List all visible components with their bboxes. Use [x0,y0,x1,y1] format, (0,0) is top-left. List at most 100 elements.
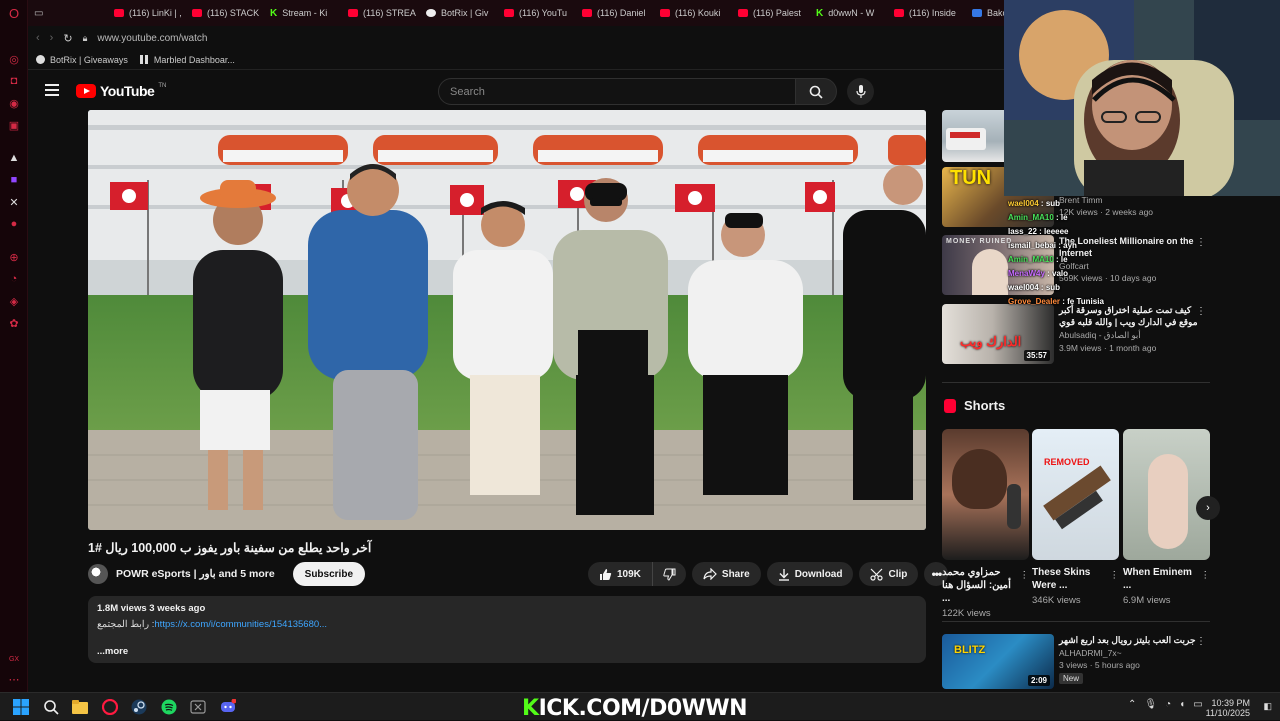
tab-overview-icon[interactable]: ▭ [28,0,106,26]
recommendation-info: جربت العب بليتز رويال بعد اربع اشهر ALHA… [1059,635,1196,684]
community-link[interactable]: https://x.com/i/communities/154135680... [154,619,327,630]
lock-icon[interactable]: 🔒︎ [83,33,88,44]
browser-tab[interactable]: K Stream - Ki [262,0,340,26]
browser-tab[interactable]: (116) STACK [184,0,262,26]
settings-icon[interactable]: ✿ [7,316,21,330]
search-icon[interactable] [43,699,59,715]
chevron-up-icon[interactable]: ⌃ [1128,699,1136,710]
recommendation-thumbnail: BLITZ 2:09 [942,634,1054,689]
browser-tab[interactable]: Kd0wwN - W [808,0,886,26]
more-vert-icon[interactable]: ⋮ [1110,570,1120,581]
wifi-icon[interactable]: ◔ [1165,699,1171,710]
bookmark-botrix[interactable]: BotRix | Giveaways [36,55,128,65]
dislike-button[interactable] [652,562,686,586]
browser-tab[interactable]: (116) STREA [340,0,418,26]
volume-icon[interactable]: ◖ [1179,699,1185,710]
recommendation-item[interactable]: الدارك ويب 35:57 كيف تمت عملية اختراق وس… [942,304,1210,364]
bakchich-favicon-icon [972,9,982,17]
battery-icon[interactable]: ▭ [1193,699,1202,710]
browser-tab[interactable]: (116) YouTu [496,0,574,26]
browser-tab[interactable]: (116) Kouki [652,0,730,26]
kick-icon[interactable]: ▲ [7,151,21,165]
more-vert-icon[interactable]: ⋮ [1201,570,1211,581]
browser-tab[interactable]: (116) Palest [730,0,808,26]
back-icon[interactable]: ‹ [36,32,40,44]
description-line: رابط المجتمع :https://x.com/i/communitie… [97,619,328,630]
short-thumbnail[interactable] [942,429,1029,560]
add-icon[interactable]: ⊕ [7,250,21,264]
channel-avatar[interactable] [88,564,108,584]
search-input[interactable]: Search [438,78,796,105]
xbox-icon[interactable] [190,699,206,715]
share-icon [703,568,717,580]
url-field[interactable]: www.youtube.com/watch [97,33,207,44]
subscribe-button[interactable]: Subscribe [292,562,366,586]
bookmark-marbled[interactable]: Marbled Dashboar... [139,55,235,65]
shorts-next-button[interactable]: › [1196,496,1220,520]
video-player[interactable] [88,110,926,530]
thumbs-down-icon [663,568,676,581]
discord-icon[interactable] [220,698,237,715]
cube-icon[interactable]: ◈ [7,294,21,308]
webcam-overlay [1004,0,1280,196]
windows-start-icon[interactable] [13,699,29,715]
more-dots-icon[interactable]: ⋯ [7,672,21,686]
microphone-icon[interactable]: 🎙︎ [1144,699,1157,710]
instagram-icon[interactable]: ▣ [7,118,21,132]
more-vert-icon[interactable]: ⋮ [1020,570,1030,581]
chat-message: Amin_MA10 : le [1008,213,1068,222]
forward-icon[interactable]: › [50,32,54,44]
recommendation-info: كيف تمت عملية اختراق وسرقة أكبر موقع في … [1059,305,1198,353]
twitch-icon[interactable]: ■ [7,173,21,187]
channel-name[interactable]: POWR eSports | باور and 5 more [116,568,275,580]
share-button[interactable]: Share [691,562,761,586]
chat-message: wael004 : sub [1008,283,1061,292]
browser-tab[interactable]: BotRix | Giv [418,0,496,26]
clock-icon[interactable]: ◔ [7,272,21,286]
bag-icon[interactable]: ◘ [7,74,21,88]
recommendation-item[interactable]: BLITZ 2:09 جربت العب بليتز رويال بعد ارب… [942,634,1210,689]
more-horiz-icon: ••• [931,567,943,581]
chat-message: MenaW4y : valo [1008,269,1069,278]
download-button[interactable]: Download [766,562,854,586]
x-icon[interactable]: ✕ [7,195,21,209]
clip-button[interactable]: Clip [859,562,919,586]
history-icon[interactable]: ◎ [7,52,21,66]
steam-icon[interactable] [131,699,147,715]
botrix-icon [36,55,45,64]
tiktok-icon[interactable]: ● [7,217,21,231]
opera-logo-icon[interactable]: O [7,6,21,21]
opera-gx-icon[interactable] [101,698,119,716]
mic-icon [855,84,866,98]
browser-tab[interactable]: Bakchich | [964,0,1004,26]
spotify-icon[interactable] [161,699,177,715]
views-date: 1.8M views 3 weeks ago [97,603,206,614]
chat-message: Amin_MA10 : le [1008,255,1068,264]
scissors-icon [870,568,884,581]
voice-search-button[interactable] [847,78,874,105]
gx-icon[interactable]: GX [7,652,21,666]
browser-tab[interactable]: (116) Daniel [574,0,652,26]
like-button[interactable]: 109K [588,562,653,586]
tab-strip: ▭ (116) LinKi | , (116) STACK K Stream - … [28,0,1004,26]
youtube-favicon-icon [192,9,202,17]
reload-icon[interactable]: ↻ [63,32,72,45]
menu-icon[interactable] [45,84,59,96]
file-explorer-icon[interactable] [72,699,88,715]
clock[interactable]: 10:39 PM 11/10/2025 [1206,698,1250,718]
browser-tab[interactable]: (116) Inside [886,0,964,26]
short-thumbnail[interactable]: REMOVED [1032,429,1119,560]
chat-message: wael004 : sub [1008,199,1061,208]
browser-tab[interactable]: (116) LinKi | , [106,0,184,26]
youtube-favicon-icon [582,9,592,17]
show-more-link[interactable]: ...more [97,646,917,657]
youtube-logo[interactable]: YouTube TN [76,83,166,99]
thumbs-up-icon [600,568,612,580]
notification-icon[interactable]: ◧ [1263,701,1272,712]
description-box[interactable]: 1.8M views 3 weeks ago رابط المجتمع :htt… [88,596,926,663]
search-button[interactable] [795,78,837,105]
shorts-heading: Shorts [944,398,1005,413]
short-thumbnail[interactable] [1123,429,1210,560]
more-vert-icon[interactable]: ⋮ [1196,636,1206,647]
messenger-icon[interactable]: ◉ [7,96,21,110]
